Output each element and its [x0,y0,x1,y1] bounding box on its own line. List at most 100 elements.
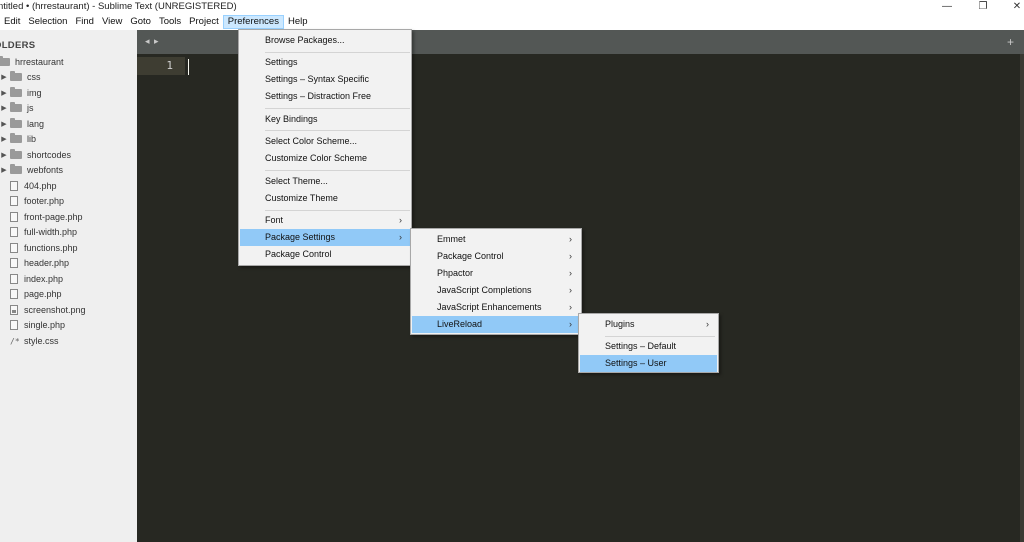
menu-goto[interactable]: Goto [126,15,155,29]
file-icon [10,258,18,268]
tree-file[interactable]: full-width.php [10,225,77,239]
menu-find[interactable]: Find [71,15,97,29]
tree-file-label: screenshot.png [24,305,86,315]
tree-folder-label: img [27,88,42,98]
tree-file[interactable]: footer.php [10,194,64,208]
tree-file[interactable]: 404.php [10,179,57,193]
menu-project[interactable]: Project [185,15,223,29]
tree-file[interactable]: page.php [10,287,62,301]
css-file-icon: /* [10,336,20,346]
submenu-arrow-icon: › [569,251,572,261]
file-icon [10,289,18,299]
expand-arrow-icon[interactable]: ▶ [0,135,8,143]
folder-icon [10,102,22,112]
menu-item-key-bindings[interactable]: Key Bindings [240,111,410,128]
tree-file[interactable]: single.php [10,318,65,332]
tab-nav-arrows-icon[interactable]: ◂ ▸ [145,36,160,47]
menu-item-javascript-enhancements[interactable]: JavaScript Enhancements › [412,299,580,316]
submenu-arrow-icon: › [569,319,572,329]
tree-file[interactable]: header.php [10,256,69,270]
menu-item-label: Phpactor [437,268,474,278]
menu-tools[interactable]: Tools [155,15,185,29]
menu-item-select-color-scheme[interactable]: Select Color Scheme... [240,133,410,150]
file-icon [10,212,18,222]
expand-arrow-icon[interactable]: ▶ [0,151,8,159]
project-folder-label: hrrestaurant [15,57,64,67]
package-settings-menu: Emmet › Package Control › Phpactor › Jav… [410,228,582,335]
tree-folder-lib[interactable]: ▶ lib [0,132,36,146]
menu-view[interactable]: View [98,15,126,29]
tree-file-label: page.php [24,289,62,299]
menu-item-customize-color-scheme[interactable]: Customize Color Scheme [240,150,410,167]
menu-item-package-settings[interactable]: Package Settings › [240,229,410,246]
menu-item-phpactor[interactable]: Phpactor › [412,265,580,282]
menu-item-font[interactable]: Font › [240,212,410,229]
submenu-arrow-icon: › [569,234,572,244]
menu-item-plugins[interactable]: Plugins › [580,316,717,333]
menu-item-select-theme[interactable]: Select Theme... [240,173,410,190]
tree-file[interactable]: /* style.css [10,334,59,348]
tree-folder-lang[interactable]: ▶ lang [0,117,44,131]
minimize-icon[interactable]: — [938,0,956,12]
menu-item-customize-theme[interactable]: Customize Theme [240,190,410,207]
tree-file[interactable]: index.php [10,272,63,286]
preferences-menu: Browse Packages... Settings Settings – S… [238,29,412,266]
tree-folder-img[interactable]: ▶ img [0,86,42,100]
menu-bar: Edit Selection Find View Goto Tools Proj… [0,14,1024,30]
livereload-menu: Plugins › Settings – Default Settings – … [578,313,719,373]
menu-item-settings-user[interactable]: Settings – User [580,355,717,372]
folder-icon [10,71,22,81]
tree-folder-label: webfonts [27,165,64,175]
menu-item-browse-packages[interactable]: Browse Packages... [240,32,410,49]
close-icon[interactable]: ✕ [1008,0,1024,12]
tree-folder-js[interactable]: ▶ js [0,101,34,115]
menu-item-label: Font [265,215,284,225]
menu-item-livereload[interactable]: LiveReload › [412,316,580,333]
expand-arrow-icon[interactable]: ▶ [0,73,8,81]
window-title: ntitled • (hrrestaurant) - Sublime Text … [0,1,237,12]
menu-item-emmet[interactable]: Emmet › [412,231,580,248]
minimap-edge [1020,54,1024,542]
tree-folder-label: lib [27,134,37,144]
tree-file[interactable]: screenshot.png [10,303,86,317]
expand-arrow-icon[interactable]: ▶ [0,89,8,97]
menu-separator [265,170,410,171]
tree-file-label: 404.php [24,181,57,191]
menu-item-label: Emmet [437,234,466,244]
file-icon [10,227,18,237]
menu-item-label: LiveReload [437,319,483,329]
tree-file[interactable]: functions.php [10,241,78,255]
folder-icon [10,133,22,143]
menu-item-label: JavaScript Enhancements [437,302,542,312]
menu-item-javascript-completions[interactable]: JavaScript Completions › [412,282,580,299]
menu-edit[interactable]: Edit [0,15,24,29]
menu-preferences[interactable]: Preferences [222,15,284,29]
tree-folder-shortcodes[interactable]: ▶ shortcodes [0,148,71,162]
project-folder[interactable]: hrrestaurant [0,55,64,69]
menu-selection[interactable]: Selection [24,15,71,29]
submenu-arrow-icon: › [706,319,709,329]
tree-folder-css[interactable]: ▶ css [0,70,41,84]
menu-item-label: Package Settings [265,232,336,242]
tree-folder-label: js [27,103,34,113]
menu-item-package-control[interactable]: Package Control › [412,248,580,265]
menu-item-settings-default[interactable]: Settings – Default [580,338,717,355]
menu-separator [265,108,410,109]
tree-folder-label: css [27,72,41,82]
sidebar-header: OLDERS [0,40,36,51]
tree-file[interactable]: front-page.php [10,210,83,224]
menu-item-settings-syntax[interactable]: Settings – Syntax Specific [240,71,410,88]
expand-arrow-icon[interactable]: ▶ [0,104,8,112]
menu-help[interactable]: Help [284,15,312,29]
new-tab-icon[interactable]: + [1007,35,1014,49]
expand-arrow-icon[interactable]: ▶ [0,120,8,128]
restore-icon[interactable]: ❐ [974,0,992,12]
tree-file-label: front-page.php [24,212,83,222]
text-cursor [188,59,189,75]
expand-arrow-icon[interactable]: ▶ [0,166,8,174]
sidebar: OLDERS hrrestaurant ▶ css ▶ img ▶ js ▶ l… [0,30,137,542]
tree-folder-webfonts[interactable]: ▶ webfonts [0,163,63,177]
menu-item-package-control[interactable]: Package Control [240,246,410,263]
menu-item-settings-distraction-free[interactable]: Settings – Distraction Free [240,88,410,105]
menu-item-settings[interactable]: Settings [240,54,410,71]
